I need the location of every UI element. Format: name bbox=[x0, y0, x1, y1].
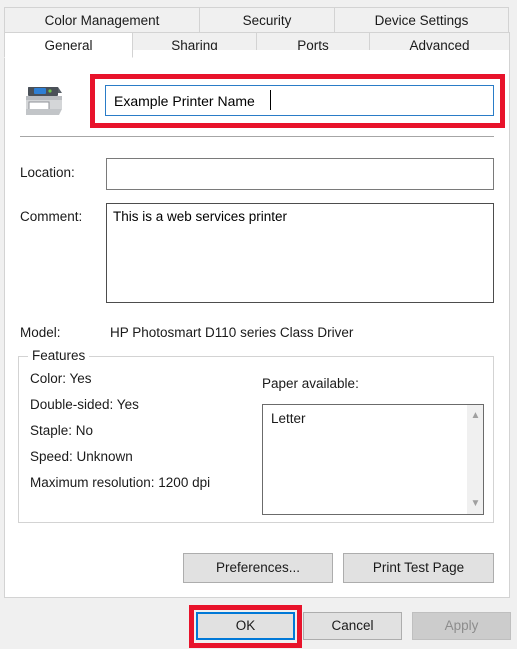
header-separator bbox=[20, 136, 494, 137]
tab-row-top: Color Management Security Device Setting… bbox=[4, 7, 510, 33]
feature-max-resolution: Maximum resolution: 1200 dpi bbox=[30, 475, 211, 490]
feature-staple: Staple: No bbox=[30, 423, 94, 438]
text-cursor bbox=[270, 90, 271, 110]
paper-available-listbox[interactable]: Letter ▲ ▼ bbox=[262, 404, 484, 515]
feature-double-sided: Double-sided: Yes bbox=[30, 397, 139, 412]
model-value: HP Photosmart D110 series Class Driver bbox=[110, 325, 354, 340]
apply-button: Apply bbox=[412, 612, 511, 640]
tab-general[interactable]: General bbox=[4, 32, 133, 58]
list-item[interactable]: Letter bbox=[263, 405, 483, 426]
location-input[interactable] bbox=[106, 158, 494, 190]
printer-properties-dialog: Color Management Security Device Setting… bbox=[0, 0, 517, 649]
comment-textarea[interactable] bbox=[106, 203, 494, 303]
preferences-button[interactable]: Preferences... bbox=[183, 553, 333, 583]
print-test-page-button[interactable]: Print Test Page bbox=[343, 553, 494, 583]
features-legend: Features bbox=[28, 348, 90, 363]
paper-available-label: Paper available: bbox=[262, 376, 359, 391]
tab-color-management[interactable]: Color Management bbox=[4, 7, 200, 33]
cancel-button[interactable]: Cancel bbox=[303, 612, 402, 640]
feature-color: Color: Yes bbox=[30, 371, 92, 386]
ok-button[interactable]: OK bbox=[196, 612, 295, 640]
features-list: Color: Yes Double-sided: Yes Staple: No … bbox=[30, 366, 260, 496]
comment-label: Comment: bbox=[20, 209, 83, 224]
feature-speed: Speed: Unknown bbox=[30, 449, 133, 464]
location-label: Location: bbox=[20, 165, 75, 180]
printer-name-input[interactable] bbox=[105, 85, 494, 116]
model-label: Model: bbox=[20, 325, 61, 340]
tab-security[interactable]: Security bbox=[199, 7, 335, 33]
paper-scrollbar[interactable]: ▲ ▼ bbox=[466, 405, 483, 514]
printer-icon bbox=[18, 79, 66, 123]
chevron-up-icon[interactable]: ▲ bbox=[467, 407, 484, 424]
tab-device-settings[interactable]: Device Settings bbox=[334, 7, 509, 33]
chevron-down-icon[interactable]: ▼ bbox=[467, 495, 484, 512]
